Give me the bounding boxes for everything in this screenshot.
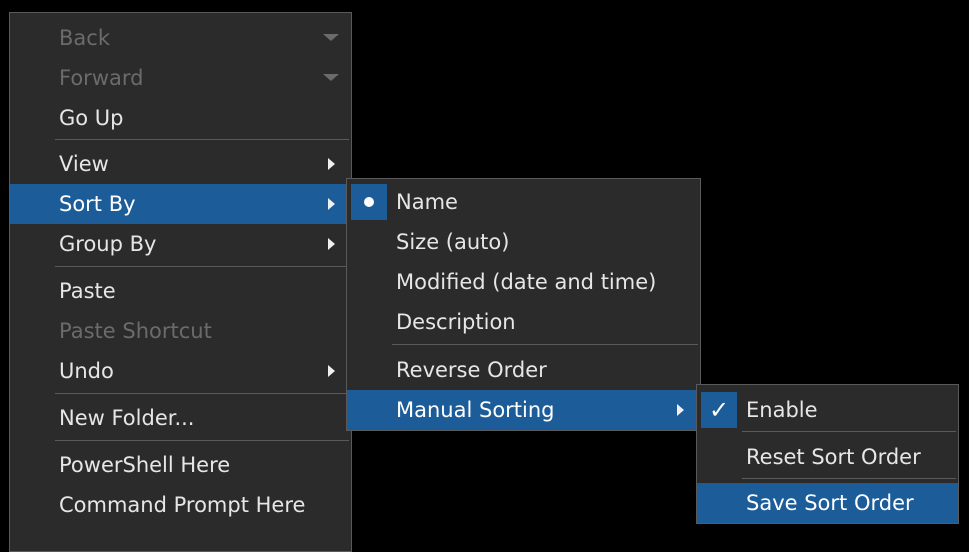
menu-separator [55, 139, 349, 140]
menu-item-label: Reset Sort Order [746, 445, 921, 469]
manual-option-save-sort-order[interactable]: Save Sort Order [697, 483, 958, 523]
menu-item-label: Go Up [59, 106, 124, 130]
chevron-right-icon [677, 404, 684, 416]
chevron-right-icon [328, 198, 335, 210]
menu-item-label: Name [396, 190, 458, 214]
menu-item-label: View [59, 152, 109, 176]
menu-item-label: Enable [746, 398, 818, 422]
menu-item-label: Back [59, 26, 110, 50]
sort-by-submenu: Name Size (auto) Modified (date and time… [346, 178, 701, 431]
menu-item-label: New Folder... [59, 406, 195, 430]
menu-item-go-up[interactable]: Go Up [10, 98, 351, 138]
menu-item-label: Size (auto) [396, 230, 510, 254]
menu-item-new-folder[interactable]: New Folder... [10, 398, 351, 438]
menu-item-label: Modified (date and time) [396, 270, 657, 294]
checkmark-icon: ✓ [708, 396, 730, 424]
menu-item-label: Undo [59, 359, 114, 383]
sort-option-reverse-order[interactable]: Reverse Order [347, 350, 700, 390]
menu-item-view[interactable]: View [10, 144, 351, 184]
chevron-right-icon [328, 238, 335, 250]
menu-item-paste[interactable]: Paste [10, 271, 351, 311]
menu-item-back[interactable]: Back [10, 18, 351, 58]
menu-item-label: Manual Sorting [396, 398, 555, 422]
chevron-right-icon [328, 158, 335, 170]
menu-item-sort-by[interactable]: Sort By [10, 184, 351, 224]
menu-item-powershell-here[interactable]: PowerShell Here [10, 445, 351, 485]
sort-option-manual-sorting[interactable]: Manual Sorting [347, 390, 700, 430]
menu-item-undo[interactable]: Undo [10, 351, 351, 391]
menu-item-label: PowerShell Here [59, 453, 231, 477]
chevron-right-icon [328, 365, 335, 377]
menu-item-label: Sort By [59, 192, 136, 216]
menu-separator [55, 440, 349, 441]
sort-option-name[interactable]: Name [347, 182, 700, 222]
menu-separator [392, 344, 698, 345]
sort-option-description[interactable]: Description [347, 302, 700, 342]
menu-item-command-prompt-here[interactable]: Command Prompt Here [10, 485, 351, 525]
menu-item-forward[interactable]: Forward [10, 58, 351, 98]
menu-item-label: Forward [59, 66, 144, 90]
menu-item-group-by[interactable]: Group By [10, 224, 351, 264]
radio-dot-icon [364, 197, 374, 207]
manual-option-enable[interactable]: ✓ Enable [697, 390, 958, 430]
menu-separator [55, 266, 349, 267]
menu-item-label: Save Sort Order [746, 491, 914, 515]
chevron-down-icon[interactable] [323, 34, 339, 41]
menu-item-paste-shortcut[interactable]: Paste Shortcut [10, 311, 351, 351]
radio-selected-indicator [351, 184, 387, 220]
sort-option-modified[interactable]: Modified (date and time) [347, 262, 700, 302]
check-indicator: ✓ [701, 392, 737, 428]
manual-option-reset-sort-order[interactable]: Reset Sort Order [697, 437, 958, 477]
menu-separator [55, 393, 349, 394]
menu-item-label: Paste Shortcut [59, 319, 212, 343]
manual-sorting-submenu: ✓ Enable Reset Sort Order Save Sort Orde… [696, 384, 959, 524]
menu-item-label: Description [396, 310, 516, 334]
menu-item-label: Group By [59, 232, 157, 256]
menu-item-label: Paste [59, 279, 116, 303]
context-menu: Back Forward Go Up View Sort By Group By… [9, 12, 352, 552]
menu-separator [742, 478, 956, 479]
menu-item-label: Reverse Order [396, 358, 547, 382]
chevron-down-icon[interactable] [323, 74, 339, 81]
menu-separator [742, 431, 956, 432]
sort-option-size[interactable]: Size (auto) [347, 222, 700, 262]
menu-item-label: Command Prompt Here [59, 493, 306, 517]
